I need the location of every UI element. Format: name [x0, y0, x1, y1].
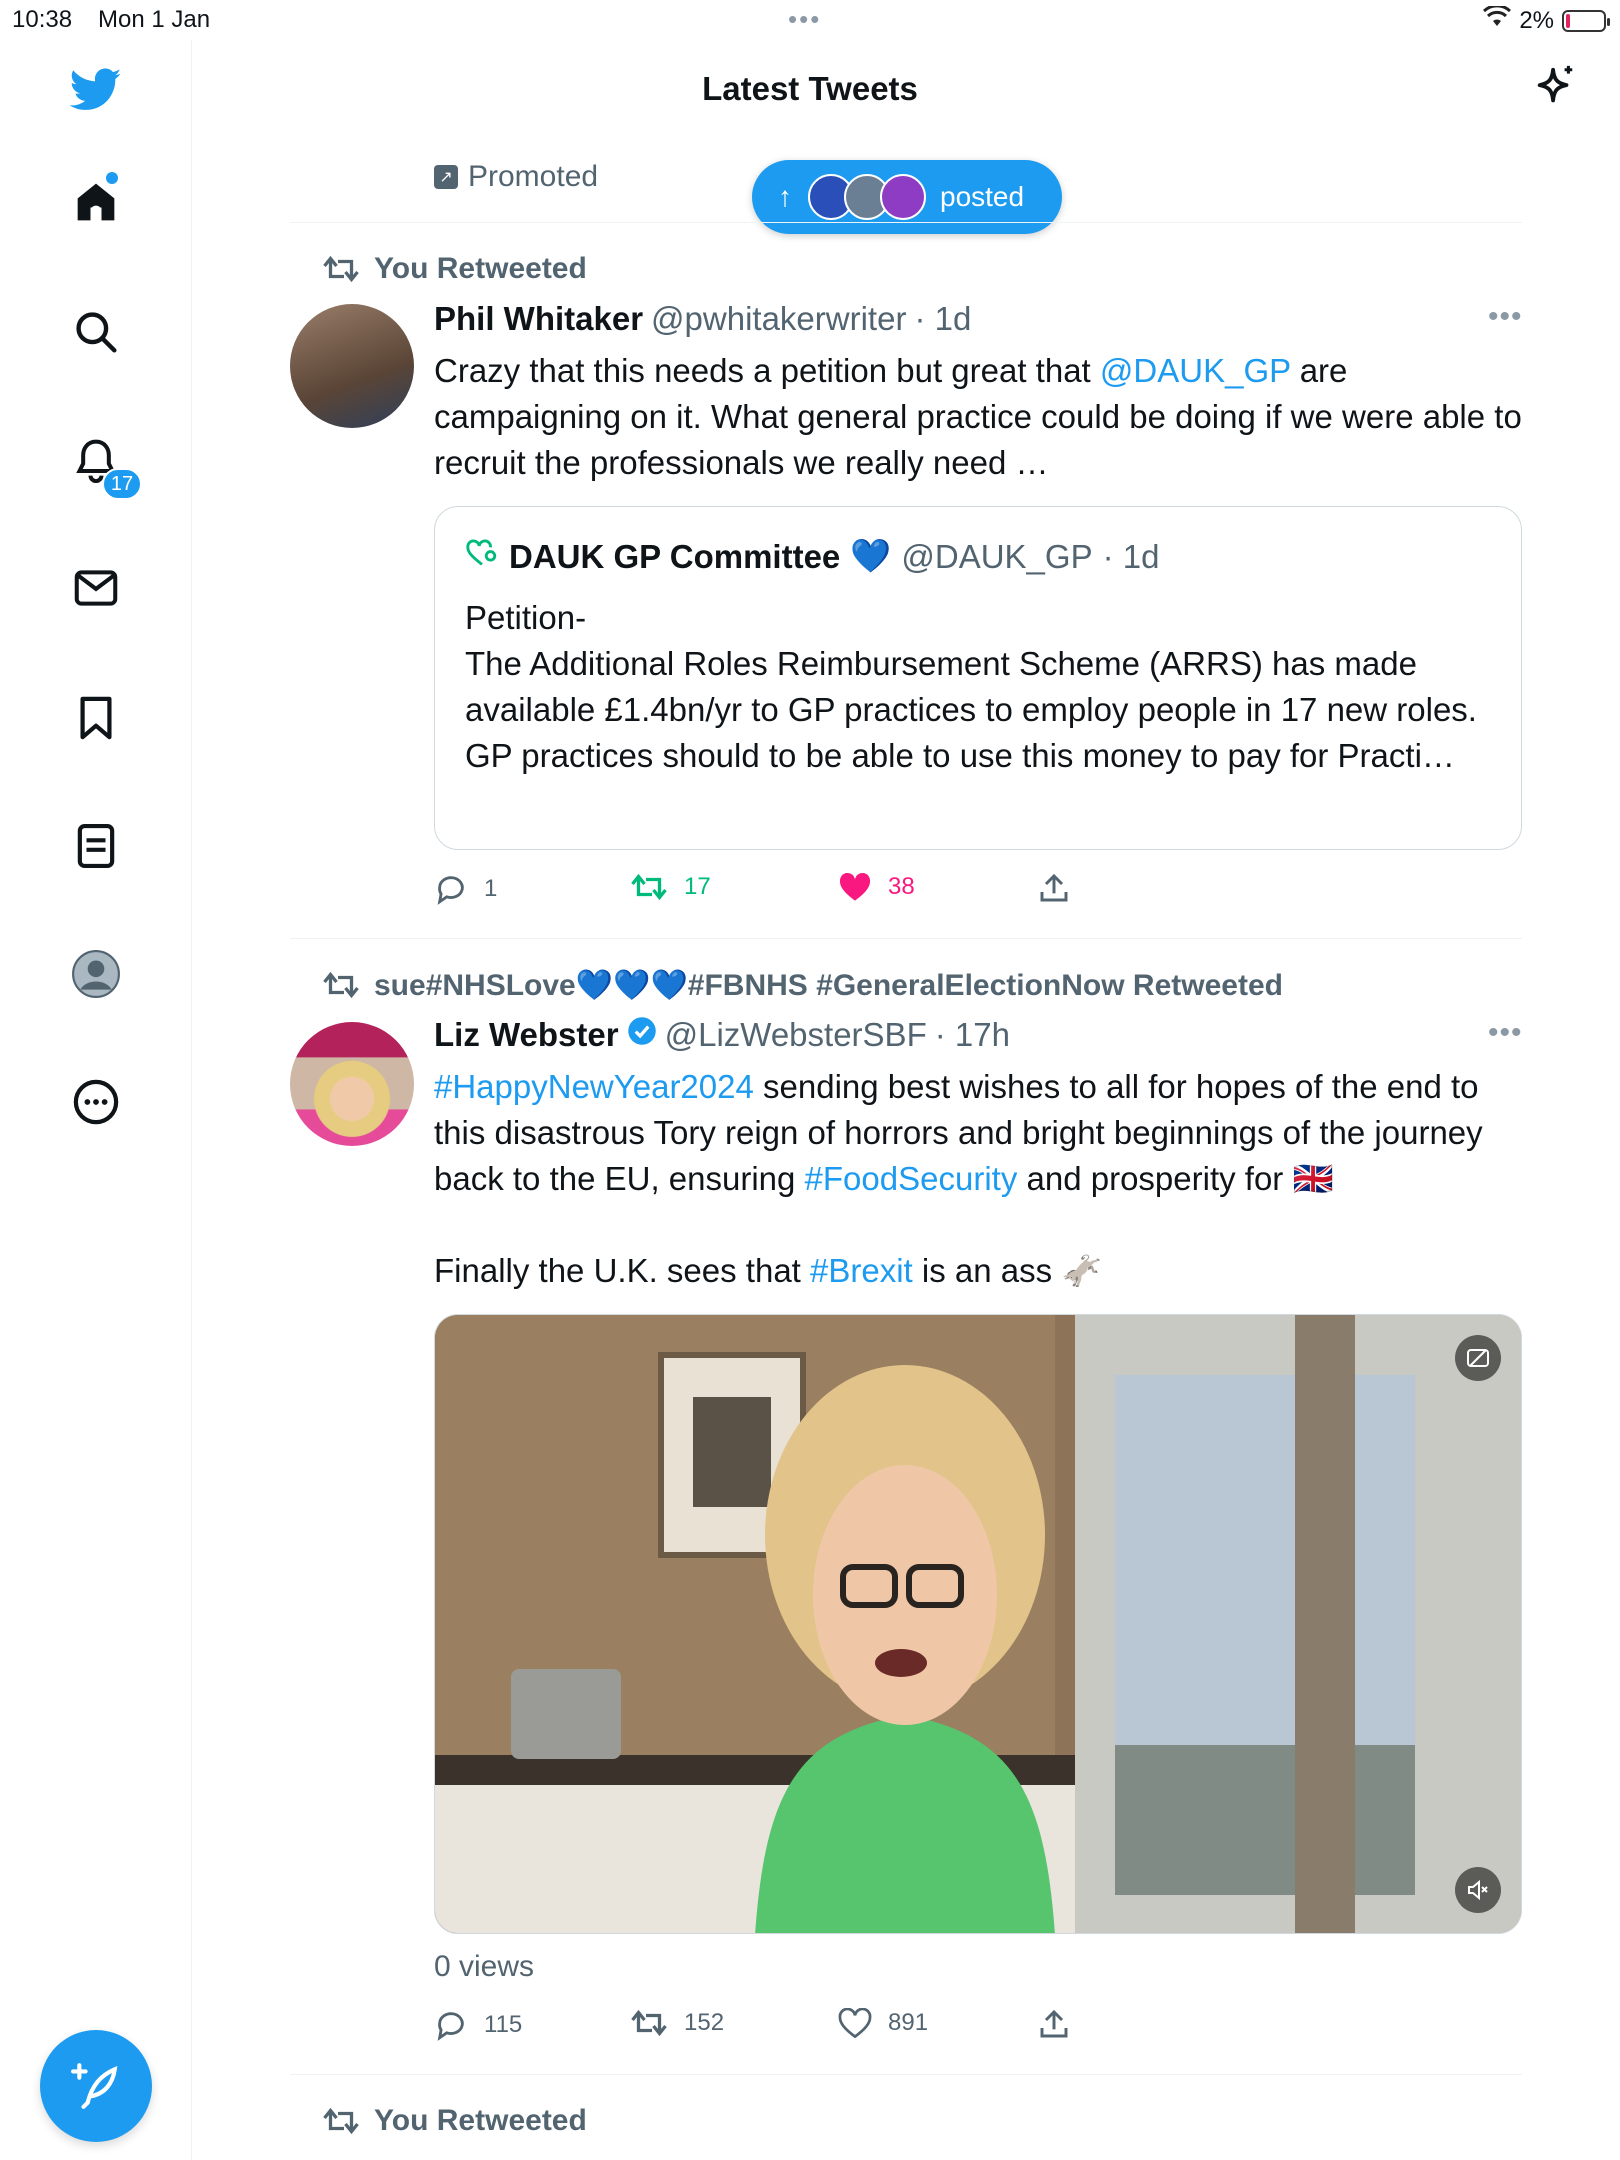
tweet-more-icon[interactable]: ••• [1488, 1016, 1523, 1050]
quote-author-name: DAUK GP Committee [509, 537, 841, 575]
retweet-icon [631, 873, 667, 901]
reply-count: 1 [484, 875, 498, 902]
quote-header: DAUK GP Committee 💙 @DAUK_GP · 1d [465, 537, 1159, 576]
heart-filled-icon [839, 872, 871, 901]
author-handle[interactable]: @LizWebsterSBF [665, 1016, 927, 1054]
video-player[interactable] [434, 1314, 1522, 1934]
reply-icon [437, 876, 464, 905]
hashtag-link[interactable]: #HappyNewYear2024 [434, 1068, 754, 1105]
sidebar-item-more[interactable] [70, 1076, 122, 1128]
quote-author-handle: @DAUK_GP [901, 537, 1093, 575]
tweet-header: Liz Webster @LizWebsterSBF · 17h [434, 1016, 1010, 1054]
blue-heart-emoji: 💙 [850, 537, 892, 574]
hashtag-link[interactable]: #FoodSecurity [805, 1160, 1018, 1197]
quote-time: · 1d [1102, 537, 1160, 575]
promoted-arrow-icon: ↗ [434, 165, 458, 189]
avatar[interactable] [290, 304, 414, 428]
social-context: You Retweeted [323, 252, 587, 286]
arrow-up-icon: ↑ [778, 181, 792, 212]
mute-icon[interactable] [1455, 1867, 1501, 1913]
share-button[interactable] [1038, 2008, 1070, 2040]
captions-icon[interactable] [1455, 1335, 1501, 1381]
battery-percent: 2% [1519, 6, 1554, 34]
video-frame [435, 1315, 1521, 1933]
retweet-icon [322, 2106, 360, 2144]
sidebar-item-home[interactable] [70, 176, 122, 228]
envelope-icon [74, 570, 118, 606]
sidebar: 17 [0, 40, 192, 2160]
retweet-count: 152 [684, 2009, 725, 2036]
like-button[interactable]: 38 [838, 872, 915, 902]
status-right: 2% [1483, 4, 1610, 35]
notifications-badge: 17 [102, 468, 142, 500]
like-count: 38 [888, 873, 915, 900]
retweet-icon [631, 2009, 667, 2037]
tweet-text: Crazy that this needs a petition but gre… [434, 352, 1522, 481]
pill-avatars [808, 174, 926, 220]
share-icon [1040, 2009, 1068, 2038]
author-name[interactable]: Phil Whitaker [434, 300, 643, 338]
retweet-button[interactable]: 17 [630, 872, 711, 902]
share-button[interactable] [1038, 872, 1070, 904]
reply-button[interactable]: 1 [434, 872, 497, 906]
divider [290, 2074, 1522, 2075]
home-unread-dot [106, 172, 118, 184]
divider [290, 938, 1522, 939]
like-button[interactable]: 891 [838, 2008, 928, 2038]
verified-badge-icon [627, 1016, 657, 1054]
list-icon [77, 823, 115, 869]
sidebar-item-explore[interactable] [70, 306, 122, 358]
social-context: sue#NHSLove💙💙💙#FBNHS #GeneralElectionNow… [323, 968, 1283, 1003]
status-time: 10:38 [12, 6, 73, 33]
divider [290, 222, 1522, 223]
heart-icon [838, 2008, 872, 2038]
search-icon [76, 312, 117, 353]
more-circle-icon [73, 1079, 119, 1125]
status-bar: 10:38 Mon 1 Jan ••• 2% [0, 0, 1620, 40]
wifi-icon [1483, 4, 1512, 35]
status-date: Mon 1 Jan [98, 6, 211, 33]
multitasking-dots-icon[interactable]: ••• [788, 4, 821, 35]
sparkle-icon[interactable] [1532, 64, 1578, 115]
home-icon [77, 183, 115, 221]
page-title: Latest Tweets [702, 70, 918, 107]
author-handle[interactable]: @pwhitakerwriter [651, 300, 906, 338]
quote-text: Petition- The Additional Roles Reimburse… [465, 599, 1477, 774]
sidebar-item-lists[interactable] [70, 820, 122, 872]
retweet-count: 17 [684, 873, 711, 900]
retweet-icon [322, 970, 360, 1008]
sidebar-item-profile[interactable] [70, 948, 122, 1000]
social-context: You Retweeted [323, 2104, 587, 2138]
compose-tweet-button[interactable] [40, 2030, 152, 2142]
tweet-time[interactable]: · 17h [935, 1016, 1010, 1054]
avatar [880, 174, 926, 220]
promoted-label: ↗ Promoted [434, 160, 598, 194]
tweet-time[interactable]: · 1d [914, 300, 971, 338]
retweet-button[interactable]: 152 [630, 2008, 724, 2038]
tweet-more-icon[interactable]: ••• [1488, 300, 1523, 334]
retweet-icon [322, 254, 360, 292]
battery-icon [1562, 9, 1610, 32]
tweet-text: #HappyNewYear2024 sending best wishes to… [434, 1068, 1483, 1289]
sidebar-item-bookmarks[interactable] [70, 692, 122, 744]
quoted-tweet[interactable]: DAUK GP Committee 💙 @DAUK_GP · 1d Petiti… [434, 506, 1522, 850]
avatar[interactable] [290, 1022, 414, 1146]
author-name[interactable]: Liz Webster [434, 1016, 619, 1054]
reply-button[interactable]: 115 [434, 2008, 522, 2042]
feather-plus-icon [71, 2063, 118, 2109]
profile-avatar-icon [72, 950, 120, 998]
sidebar-item-messages[interactable] [70, 562, 122, 614]
tweet-header: Phil Whitaker @pwhitakerwriter · 1d [434, 300, 971, 338]
reply-count: 115 [484, 2011, 523, 2038]
like-count: 891 [888, 2009, 929, 2036]
bookmark-icon [80, 696, 112, 740]
mention-link[interactable]: @DAUK_GP [1100, 352, 1291, 389]
stethoscope-heart-icon [465, 538, 499, 576]
view-count: 0 views [434, 1950, 535, 1983]
reply-icon [437, 2012, 464, 2041]
hashtag-link[interactable]: #Brexit [810, 1252, 913, 1289]
share-icon [1040, 873, 1068, 902]
